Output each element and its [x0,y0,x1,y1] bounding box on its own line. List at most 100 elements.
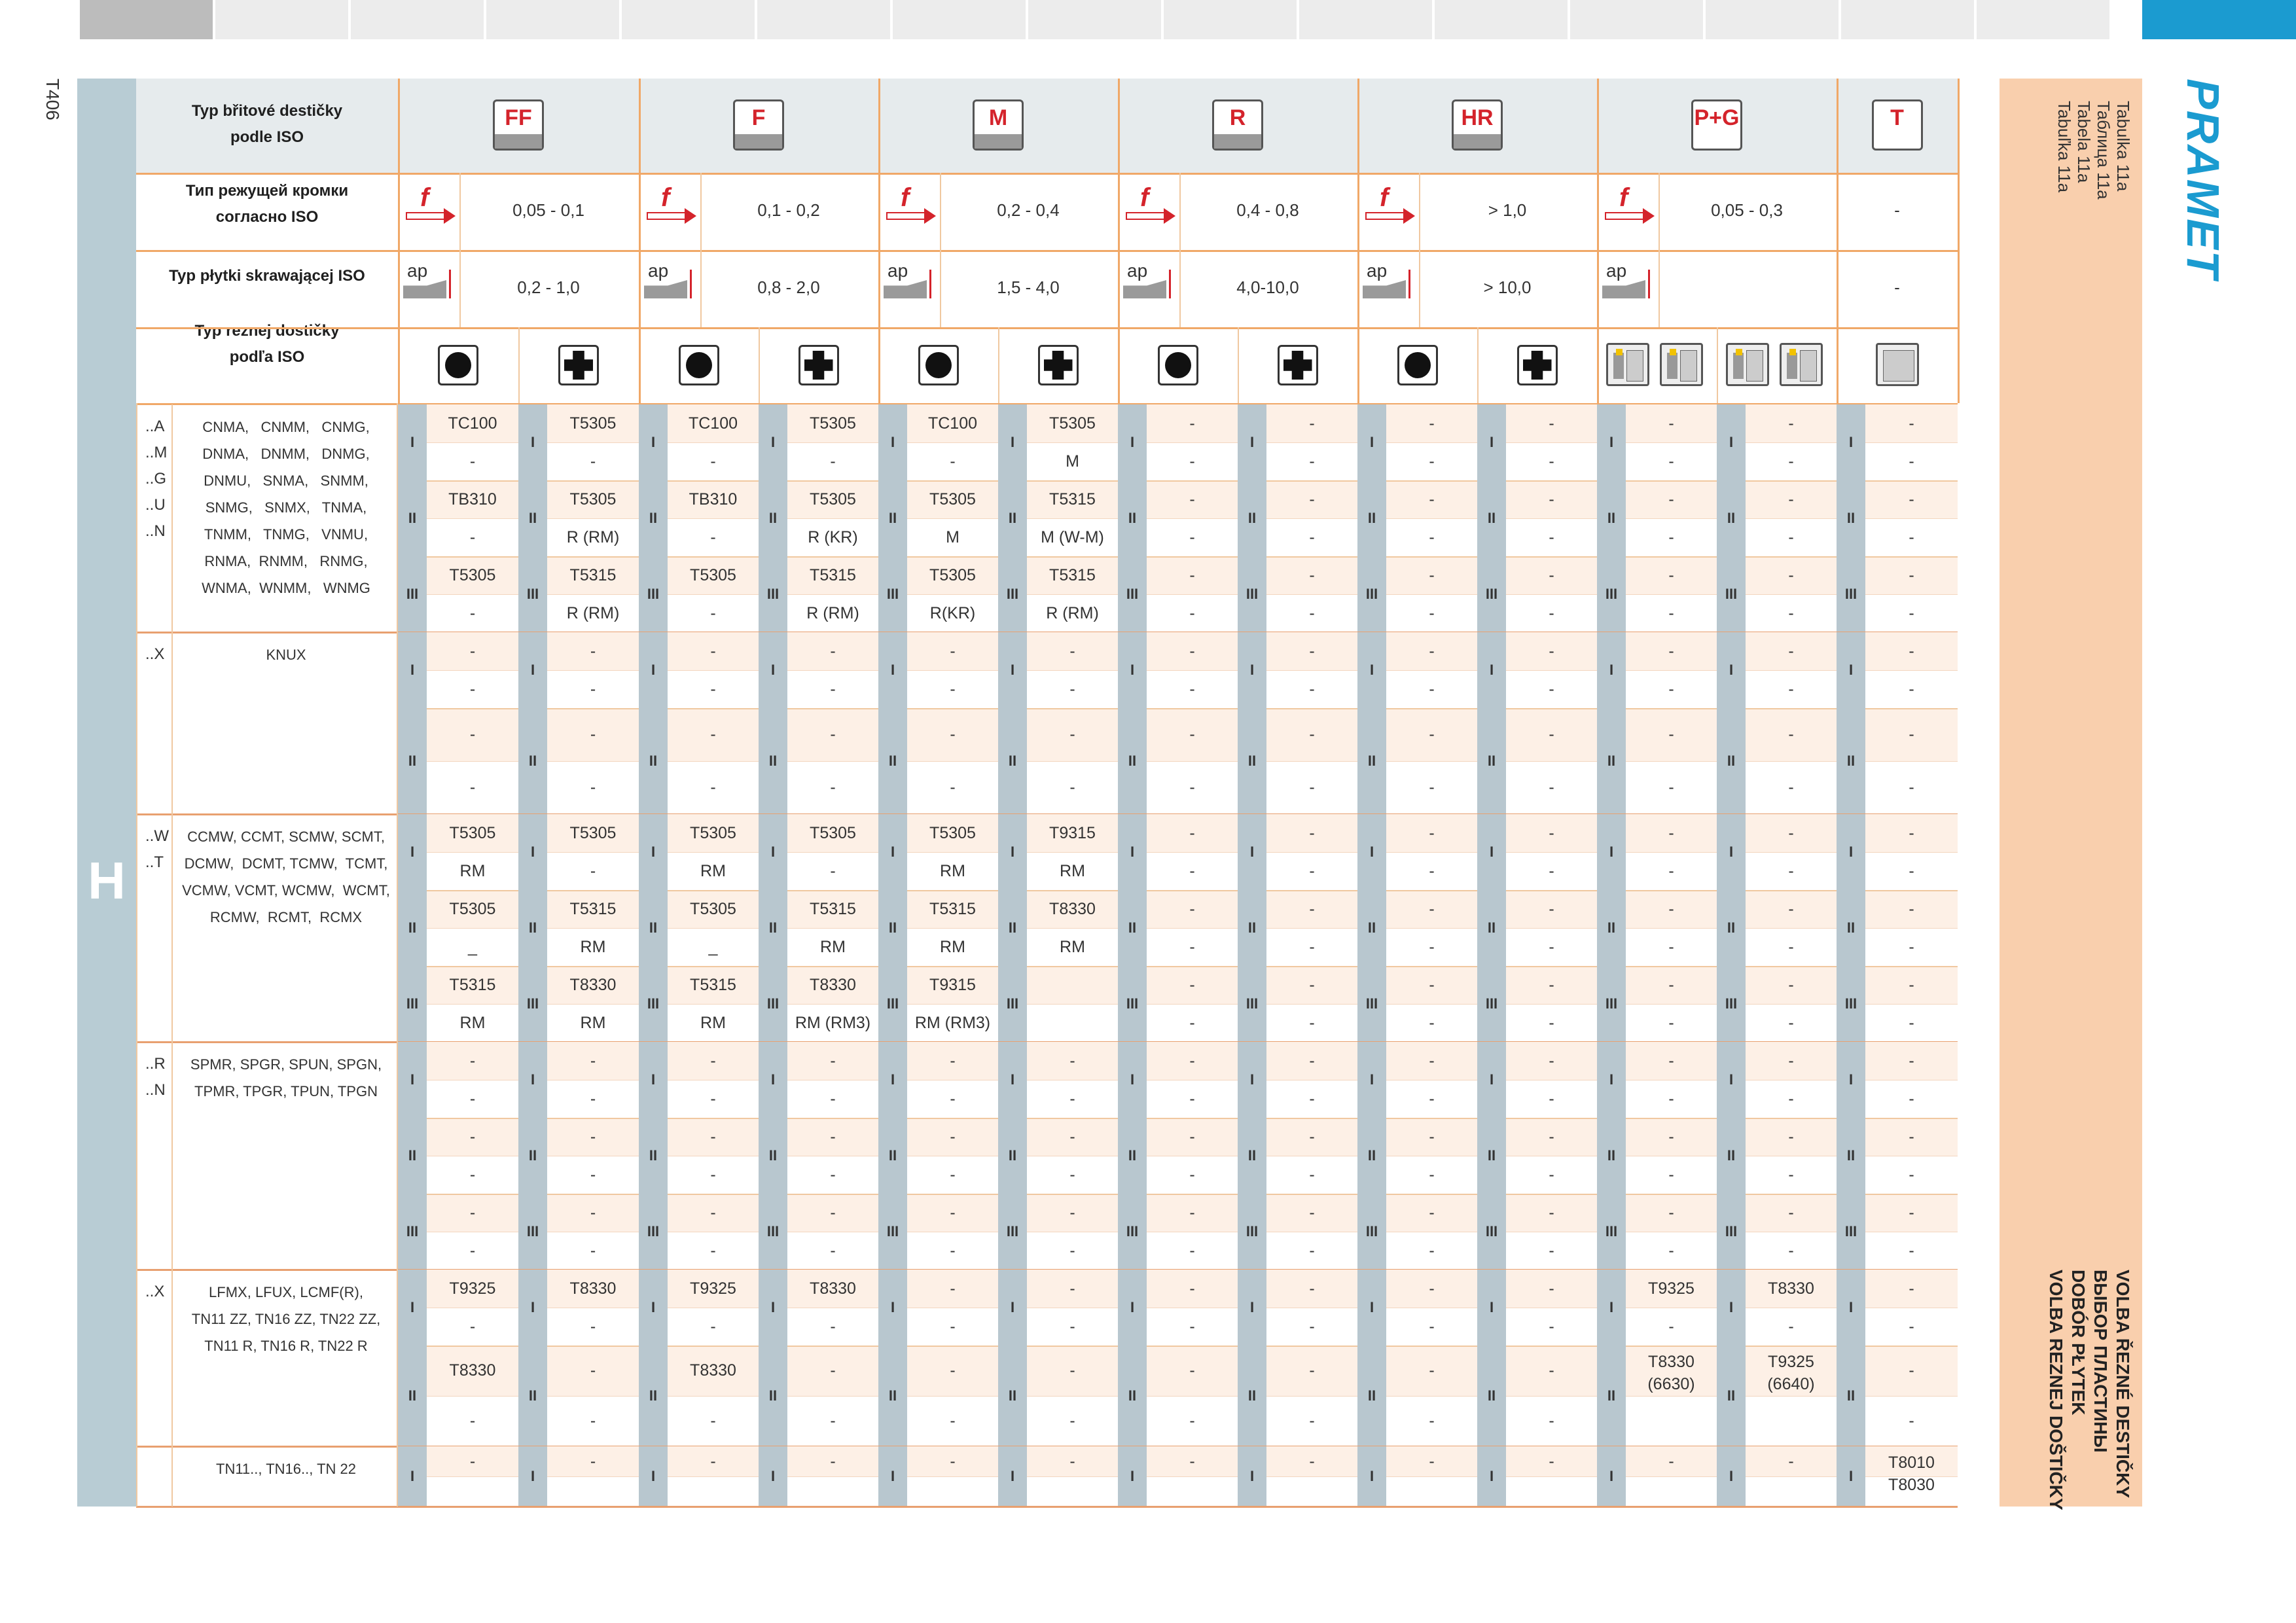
chipbreaker-cell: - [710,452,716,471]
severity-level: I [398,1270,427,1346]
chipbreaker-cell: - [1668,1166,1674,1184]
severity-level: II [1118,890,1147,966]
grade-cell: - [1549,1452,1554,1471]
severity-level: I [1477,1042,1506,1118]
grade-cell: - [1189,414,1195,433]
chipbreaker-cell: - [1309,862,1315,880]
grade-cell: - [710,725,716,743]
ap-symbol: ap [1606,260,1627,281]
severity-level: III [398,966,427,1042]
top-strip-segment [1977,0,2109,39]
insert-profile [884,280,927,298]
severity-level: III [878,556,907,632]
chipbreaker-cell: - [1788,1166,1794,1184]
chipbreaker-cell: - [590,452,596,471]
header-divider [1118,79,1120,403]
chipbreaker-cell: M (W-M) [1041,528,1104,546]
chipbreaker-cell [1266,1476,1357,1507]
chipbreaker-cell: - [1668,604,1674,622]
chipbreaker-cell: - [1189,1090,1195,1108]
grade-cell: - [950,1204,956,1222]
depth-range: 4,0-10,0 [1236,277,1299,297]
cross-shape [804,351,833,380]
severity-level: II [998,480,1027,556]
chipbreaker-cell: - [1909,1241,1914,1260]
chipbreaker-cell: - [1309,1412,1315,1430]
chipbreaker-cell: - [1309,528,1315,546]
header-subdivider [940,173,941,327]
grade-cell: T5315 [1049,566,1096,584]
top-strip-segment [893,0,1026,39]
grade-cell: - [1668,1128,1674,1146]
chipbreaker-cell: - [1909,604,1914,622]
severity-level: III [1597,966,1626,1042]
grade-cell: - [1189,1452,1195,1471]
severity-level: I [1717,632,1746,708]
grade-cell: T5305 [810,414,856,433]
grade-cell: - [710,1128,716,1146]
top-strip-segment [215,0,348,39]
chipbreaker-cell: - [469,528,476,546]
grade-cell: - [1429,414,1435,433]
round-shape [1164,352,1191,378]
depth-of-cut-icon: ap [1602,260,1655,301]
grade-cell: - [1069,1052,1075,1070]
header-label-row3: Typ płytki skrawającej ISO [136,263,398,289]
chipbreaker-cell: - [1429,528,1435,546]
severity-level: I [878,1446,907,1507]
grade-cell: T8330 [569,976,617,994]
chipbreaker-cell: - [1189,778,1195,796]
chipbreaker-cell [1626,1476,1717,1507]
insert-code-suffix: ..X [145,645,165,663]
table-reference: Tabulka 11a [2113,101,2133,192]
header-rule [136,250,1958,252]
insert-type-list: LFMX, LFUX, LCMF(R), TN11 ZZ, TN16 ZZ, T… [191,1284,381,1354]
chipbreaker-cell: - [950,452,956,471]
brand-color-bar [2142,0,2296,39]
grade-cell: T5315 [690,976,736,994]
grade-cell: T8330 [449,1361,496,1380]
grade-cell: - [1909,1279,1914,1298]
round-insert-icon [1397,345,1438,385]
chipbreaker-cell: - [1788,680,1794,698]
grade-cell: - [830,1128,836,1146]
depth-range: - [1894,277,1900,297]
grade-cell: - [710,1052,716,1070]
cross-shape [564,351,593,380]
insert-code-suffix: ..R ..N [145,1055,166,1099]
chipbreaker-cell: - [1189,1412,1195,1430]
chipbreaker-cell: - [1668,680,1674,698]
tool-part [1626,350,1643,382]
grade-cell: - [1429,976,1435,994]
chipbreaker-cell: - [1189,604,1195,622]
chipbreaker-cell: - [830,680,836,698]
severity-level: II [1477,890,1506,966]
severity-level: I [1477,632,1506,708]
severity-level: I [1837,1446,1865,1507]
header-label-line: Typ břitové destičky [191,102,343,120]
depth-arrow [929,270,931,298]
severity-level: II [1597,1346,1626,1446]
chipbreaker-cell: - [1668,1014,1674,1032]
mode-code: HR [1461,105,1494,130]
severity-level: III [998,1194,1027,1270]
grade-cell: - [1788,976,1794,994]
grade-cell: T8330 (6630) [1647,1353,1695,1393]
chipbreaker-cell: - [1909,1090,1914,1108]
depth-range: > 10,0 [1483,277,1532,297]
severity-level: III [639,1194,668,1270]
f-symbol: f [420,183,429,212]
label-divider [171,404,173,632]
chipbreaker-cell: - [1549,604,1554,622]
grade-cell: - [1788,725,1794,743]
chipbreaker-cell: - [1429,938,1435,956]
cross-insert-icon [1277,345,1318,385]
arrow-head [1403,208,1415,224]
chipbreaker-cell: RM [700,862,726,880]
severity-level: I [1597,1270,1626,1346]
grade-cell: - [1909,1204,1914,1222]
f-symbol: f [1619,183,1628,212]
severity-level: I [1118,1270,1147,1346]
severity-level: II [639,708,668,814]
arrow-head [924,208,936,224]
